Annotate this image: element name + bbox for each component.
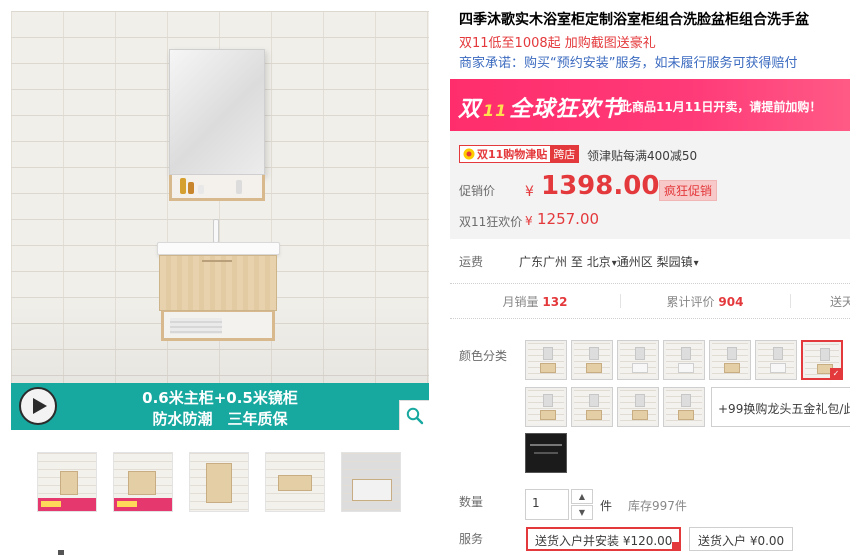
stock-count: 库存997件 <box>628 499 687 513</box>
play-icon <box>32 398 47 414</box>
shipping-label: 运费 <box>459 255 484 269</box>
shipping-info: 广东广州 至 北京▾通州区 梨园镇▾ <box>519 253 699 270</box>
play-video-button[interactable] <box>19 387 57 425</box>
color-option-11[interactable] <box>663 387 705 427</box>
district-dropdown[interactable]: 通州区 <box>617 253 653 270</box>
product-subtitle: 双11低至1008起 加购截图送豪礼 <box>459 36 656 51</box>
color-option-7[interactable] <box>801 340 843 380</box>
shopping-allowance-tag[interactable]: 双11购物津贴 跨店 <box>459 145 580 163</box>
coupon-text: 领津贴每满400减50 <box>587 149 698 163</box>
service-option-install[interactable]: 送货入户并安装 ¥120.00 <box>526 527 682 551</box>
sales-stats: 月销量 132 累计评价 904 送天 <box>450 283 850 319</box>
vanity-cabinet <box>159 255 277 311</box>
price-value: 1398.00 <box>541 171 660 201</box>
service-label: 服务 <box>459 532 484 546</box>
chevron-up-icon: ▲ <box>578 492 586 501</box>
search-icon <box>406 407 423 424</box>
thumbnail-1[interactable] <box>37 452 97 512</box>
open-shelf <box>161 311 275 341</box>
color-option-4[interactable] <box>663 340 705 380</box>
allowance-icon <box>463 148 475 160</box>
price-box: 双11购物津贴 跨店 领津贴每满400减50 促销价 ¥ 1398.00 疯狂促… <box>450 131 850 239</box>
city-dropdown[interactable]: 北京▾ <box>587 253 617 270</box>
merchant-promise[interactable]: 商家承诺：购买“预约安装”服务，如未履行服务可获得赔付 <box>459 52 850 71</box>
product-title: 四季沐歌实木浴室柜定制浴室柜组合洗脸盆柜组合洗手盆 <box>459 12 809 28</box>
chevron-down-icon: ▼ <box>578 508 586 517</box>
double11-promo-bar: 双 11全球狂欢节 此商品11月11日开卖，请提前加购！ <box>450 79 850 131</box>
double11-logo: 双 11全球狂欢节 <box>458 97 625 122</box>
thumbnail-5[interactable] <box>341 452 401 512</box>
quantity-increase-button[interactable]: ▲ <box>571 489 593 504</box>
color-option-10[interactable] <box>617 387 659 427</box>
monthly-sales: 月销量 132 <box>502 294 568 309</box>
quantity-decrease-button[interactable]: ▼ <box>571 505 593 520</box>
color-option-3[interactable] <box>617 340 659 380</box>
wash-basin <box>157 242 280 255</box>
thumbnail-2[interactable] <box>113 452 173 512</box>
double11-price-value: 1257.00 <box>537 210 600 228</box>
towel <box>170 318 222 334</box>
quantity-label: 数量 <box>459 495 484 509</box>
double11-price-label: 双11狂欢价 <box>459 215 523 229</box>
zoom-button[interactable] <box>399 400 429 430</box>
banner-line-1: 0.6米主柜+0.5米镜柜 <box>142 389 298 407</box>
thumbnail-strip <box>37 452 401 512</box>
faucet <box>213 219 219 243</box>
mirror-cabinet <box>169 49 265 175</box>
total-reviews[interactable]: 累计评价 904 <box>620 293 790 310</box>
mirror-shelf <box>169 175 265 201</box>
color-option-9[interactable] <box>571 387 613 427</box>
chevron-down-icon: ▾ <box>693 258 699 269</box>
quantity-input[interactable]: 1 <box>525 489 569 520</box>
price-currency: ¥ <box>525 184 534 200</box>
banner-line-2: 防水防潮 三年质保 <box>152 410 288 428</box>
double11-price-currency: ¥ <box>525 214 533 228</box>
service-option-delivery[interactable]: 送货入户 ¥0.00 <box>689 527 794 551</box>
town-dropdown[interactable]: 梨园镇▾ <box>657 253 699 270</box>
price-label: 促销价 <box>459 184 496 198</box>
promo-badge: 疯狂促销 <box>659 180 718 201</box>
color-option-12[interactable] <box>525 433 567 473</box>
thumbnail-3[interactable] <box>189 452 249 512</box>
color-option-5[interactable] <box>709 340 751 380</box>
color-option-2[interactable] <box>571 340 613 380</box>
color-option-1[interactable] <box>525 340 567 380</box>
color-option-faucet-gift[interactable]: +99换购龙头五金礼包/此 <box>711 387 850 427</box>
color-option-label: 颜色分类 <box>459 349 508 363</box>
main-product-image[interactable]: 0.6米主柜+0.5米镜柜 防水防潮 三年质保 <box>11 11 429 430</box>
promo-notice: 此商品11月11日开卖，请提前加购！ <box>620 100 822 114</box>
points-stat: 送天 <box>790 293 850 310</box>
color-option-6[interactable] <box>755 340 797 380</box>
image-banner: 0.6米主柜+0.5米镜柜 防水防潮 三年质保 <box>11 383 429 430</box>
thumbnail-4[interactable] <box>265 452 325 512</box>
quantity-unit: 件 <box>600 499 613 513</box>
color-option-8[interactable] <box>525 387 567 427</box>
